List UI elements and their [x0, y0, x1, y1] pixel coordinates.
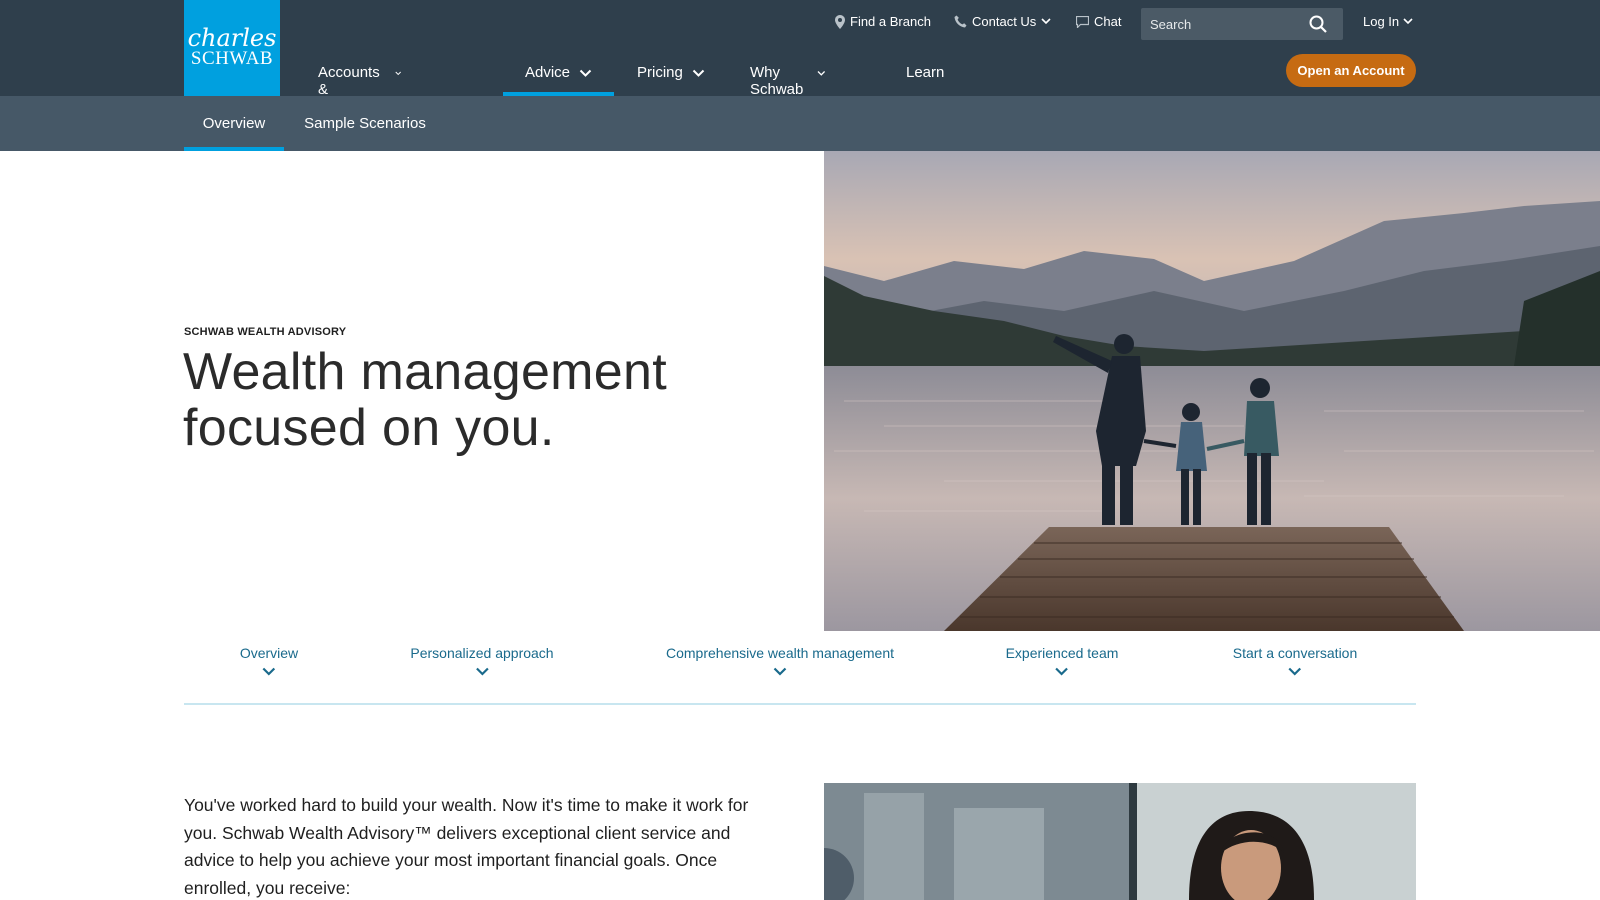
anchor-label: Start a conversation: [1232, 645, 1358, 661]
subnav-tab-sample-scenarios[interactable]: Sample Scenarios: [304, 96, 426, 151]
chevron-down-icon: [1041, 18, 1051, 25]
chevron-down-icon: [817, 71, 825, 76]
anchor-label: Comprehensive wealth management: [665, 645, 895, 661]
anchor-label: Personalized approach: [410, 645, 554, 661]
nav-advice[interactable]: Advice: [502, 58, 615, 96]
chat-label: Chat: [1094, 14, 1122, 29]
logo-text-schwab: SCHWAB: [190, 48, 274, 69]
global-header: charles SCHWAB Find a Branch Contact Us …: [0, 0, 1600, 115]
anchor-link-comprehensive-wealth-management[interactable]: Comprehensive wealth management: [666, 645, 894, 676]
nav-item-label: Pricing: [637, 64, 683, 81]
anchor-link-overview[interactable]: Overview: [240, 645, 298, 676]
open-account-button[interactable]: Open an Account: [1286, 54, 1416, 87]
contact-us-label: Contact Us: [972, 14, 1037, 29]
anchor-label: Overview: [239, 645, 299, 661]
nav-learn[interactable]: Learn: [906, 58, 944, 96]
nav-item-label: Advice: [525, 64, 571, 81]
hero-eyebrow: SCHWAB WEALTH ADVISORY: [184, 326, 347, 338]
phone-icon: [954, 15, 967, 28]
anchor-label: Experienced team: [1005, 645, 1119, 661]
chevron-down-icon: [262, 667, 276, 676]
search-field[interactable]: [1141, 8, 1343, 40]
section-subnav: Overview Sample Scenarios: [0, 96, 1600, 151]
logo-text-charles: charles: [187, 24, 277, 52]
page-anchor-nav: Overview Personalized approach Comprehen…: [184, 640, 1416, 705]
chevron-down-icon: [579, 69, 592, 77]
chevron-down-icon: [692, 69, 705, 77]
intro-paragraph: You've worked hard to build your wealth.…: [184, 795, 749, 898]
chevron-down-icon: [475, 667, 489, 676]
chevron-down-icon: [1403, 18, 1413, 25]
chat-bubble-icon: [1076, 15, 1089, 28]
nav-item-label: Learn: [906, 64, 945, 81]
advisor-portrait-image: [824, 783, 1416, 900]
login-menu[interactable]: Log In: [1363, 14, 1413, 29]
login-label: Log In: [1363, 14, 1400, 29]
chevron-down-icon: [1288, 667, 1302, 676]
map-pin-icon: [835, 14, 845, 29]
page-title: Wealth management focused on you.: [183, 344, 783, 456]
find-branch-link[interactable]: Find a Branch: [835, 14, 931, 29]
subnav-tab-overview[interactable]: Overview: [184, 96, 284, 151]
search-input[interactable]: [1150, 16, 1300, 32]
chat-link[interactable]: Chat: [1076, 14, 1121, 29]
chevron-down-icon: [773, 667, 787, 676]
page-title-line2: focused on you.: [183, 399, 555, 457]
charles-schwab-logo[interactable]: charles SCHWAB: [184, 0, 280, 96]
nav-pricing[interactable]: Pricing: [637, 58, 705, 96]
chevron-down-icon: [395, 71, 402, 76]
search-icon[interactable]: [1309, 15, 1327, 33]
nav-why-schwab[interactable]: Why Schwab: [750, 58, 825, 98]
anchor-link-start-a-conversation[interactable]: Start a conversation: [1232, 645, 1358, 676]
nav-item-label: Why Schwab: [750, 64, 804, 98]
hero-image-family-on-dock: [824, 151, 1600, 631]
chevron-down-icon: [1055, 667, 1069, 676]
page-title-line1: Wealth management: [183, 343, 667, 401]
contact-us-menu[interactable]: Contact Us: [954, 14, 1051, 29]
nav-accounts-products[interactable]: Accounts & Products: [318, 58, 402, 115]
anchor-link-personalized-approach[interactable]: Personalized approach: [410, 645, 554, 676]
find-branch-label: Find a Branch: [850, 14, 931, 29]
anchor-link-experienced-team[interactable]: Experienced team: [1005, 645, 1119, 676]
